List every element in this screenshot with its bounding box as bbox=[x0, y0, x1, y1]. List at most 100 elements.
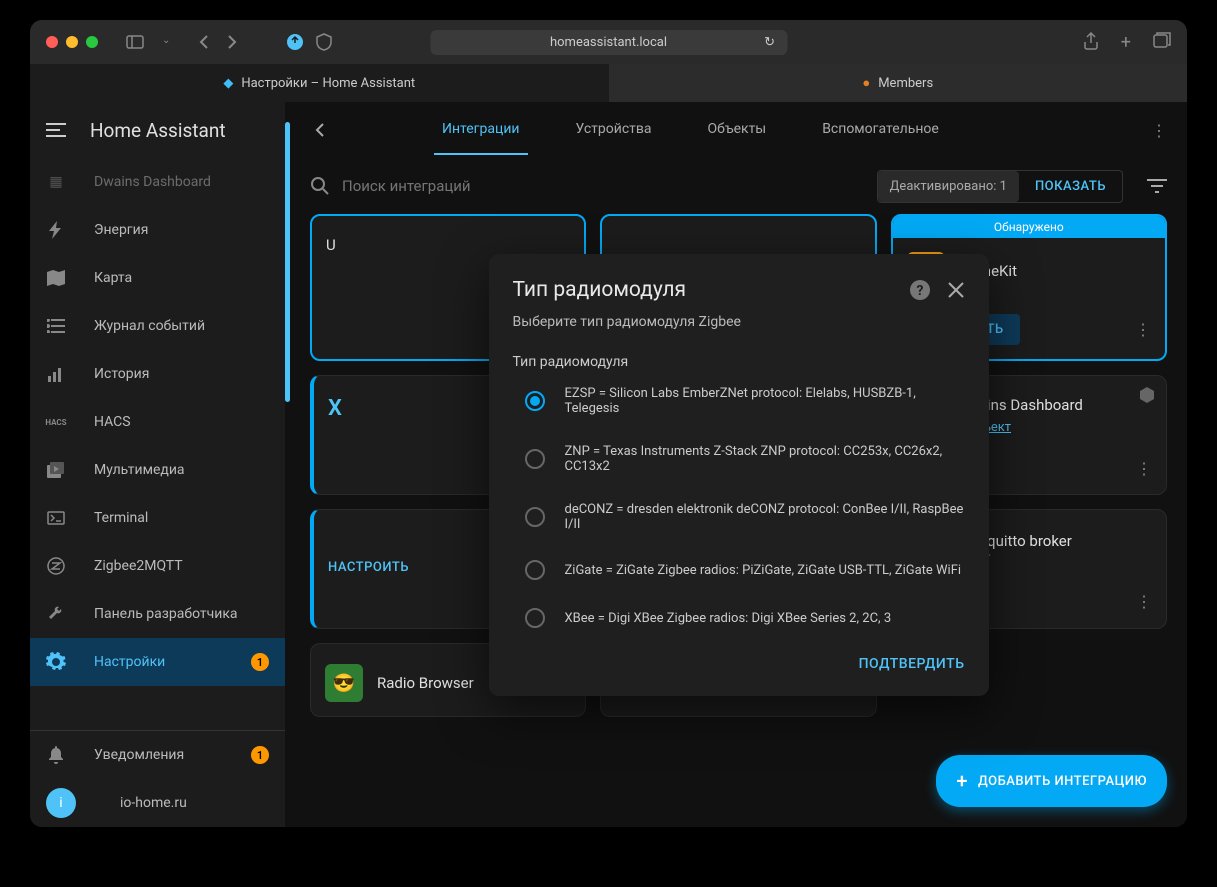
sidebar-item-label: Панель разработчика bbox=[94, 606, 238, 622]
window-minimize[interactable] bbox=[66, 36, 78, 48]
sidebar-toggle-icon[interactable] bbox=[126, 35, 144, 49]
radio-label: ZNP = Texas Instruments Z-Stack ZNP prot… bbox=[565, 444, 965, 474]
radio-button[interactable] bbox=[525, 391, 545, 411]
topbar-menu-icon[interactable]: ⋮ bbox=[1151, 121, 1167, 140]
titlebar: ⌄ homeassistant.local ↻ + bbox=[30, 20, 1187, 64]
wrench-icon bbox=[46, 605, 66, 623]
search-field[interactable] bbox=[310, 176, 861, 196]
bell-icon bbox=[46, 746, 66, 764]
search-icon bbox=[310, 176, 330, 196]
sidebar-item-map[interactable]: Карта bbox=[30, 254, 285, 302]
nav-back-icon[interactable] bbox=[198, 34, 210, 50]
dashboard-icon: ▦ bbox=[46, 174, 66, 190]
window-close[interactable] bbox=[46, 36, 58, 48]
content-area: U Обнаружено HomeKit НАСТРОИТЬ ⋮ bbox=[290, 214, 1187, 827]
sidebar-item-hacs[interactable]: HACS HACS bbox=[30, 398, 285, 446]
svg-text:?: ? bbox=[916, 283, 923, 299]
media-icon bbox=[46, 462, 66, 478]
map-icon bbox=[46, 270, 66, 286]
shield-icon[interactable] bbox=[316, 33, 332, 51]
radio-label: ZiGate = ZiGate Zigbee radios: PiZiGate,… bbox=[565, 563, 962, 578]
radio-option-deconz[interactable]: deCONZ = dresden elektronik deCONZ proto… bbox=[525, 502, 965, 532]
settings-badge: 1 bbox=[251, 653, 269, 671]
bolt-icon bbox=[46, 221, 66, 239]
sidebar-item-label: Энергия bbox=[94, 222, 148, 238]
tab-devices[interactable]: Устройства bbox=[568, 105, 660, 155]
tab-integrations[interactable]: Интеграции bbox=[434, 105, 528, 155]
sidebar-item-devtools[interactable]: Панель разработчика bbox=[30, 590, 285, 638]
sidebar-header: Home Assistant bbox=[30, 102, 285, 158]
radio-label: XBee = Digi XBee Zigbee radios: Digi XBe… bbox=[565, 611, 892, 626]
terminal-icon bbox=[46, 511, 66, 525]
search-bar: Деактивировано: 1 ПОКАЗАТЬ bbox=[290, 158, 1187, 214]
sidebar-footer: Уведомления1 i io-home.ru bbox=[30, 730, 285, 827]
share-icon[interactable] bbox=[1083, 32, 1099, 53]
radio-option-znp[interactable]: ZNP = Texas Instruments Z-Stack ZNP prot… bbox=[525, 444, 965, 474]
tab-entities[interactable]: Объекты bbox=[700, 105, 775, 155]
sidebar-item-terminal[interactable]: Terminal bbox=[30, 494, 285, 542]
hacs-icon: HACS bbox=[46, 418, 66, 427]
list-icon bbox=[46, 319, 66, 333]
browser-tab-ha[interactable]: ◆ Настройки – Home Assistant bbox=[30, 64, 609, 102]
tab-helpers[interactable]: Вспомогательное bbox=[814, 105, 947, 155]
sidebar-item-media[interactable]: Мультимедиа bbox=[30, 446, 285, 494]
close-icon[interactable] bbox=[947, 281, 965, 299]
tabs-overview-icon[interactable] bbox=[1153, 32, 1171, 53]
sidebar-item-label: Zigbee2MQTT bbox=[94, 558, 183, 574]
sidebar: Home Assistant ▦Dwains Dashboard Энергия… bbox=[30, 102, 285, 827]
sidebar-item-label: io-home.ru bbox=[120, 795, 187, 811]
radio-label: deCONZ = dresden elektronik deCONZ proto… bbox=[565, 502, 965, 532]
chevron-down-icon[interactable]: ⌄ bbox=[162, 35, 170, 49]
browser-window: ⌄ homeassistant.local ↻ + ◆ Настройки – … bbox=[30, 20, 1187, 827]
radio-option-xbee[interactable]: XBee = Digi XBee Zigbee radios: Digi XBe… bbox=[525, 608, 965, 628]
filter-icon[interactable] bbox=[1147, 178, 1167, 194]
menu-icon[interactable] bbox=[46, 123, 66, 137]
dialog-title: Тип радиомодуля bbox=[513, 278, 893, 302]
nav-forward-icon[interactable] bbox=[226, 34, 238, 50]
members-tab-icon: ● bbox=[862, 75, 870, 91]
dialog-section-label: Тип радиомодуля bbox=[513, 354, 965, 370]
reload-icon[interactable]: ↻ bbox=[764, 35, 775, 50]
show-button[interactable]: ПОКАЗАТЬ bbox=[1019, 171, 1122, 202]
sidebar-item-history[interactable]: История bbox=[30, 350, 285, 398]
browser-tab-members[interactable]: ● Members bbox=[609, 64, 1188, 102]
browser-tabs: ◆ Настройки – Home Assistant ● Members bbox=[30, 64, 1187, 102]
sidebar-items: ▦Dwains Dashboard Энергия Карта Журнал с… bbox=[30, 158, 285, 730]
sidebar-item-label: Уведомления bbox=[94, 747, 184, 763]
help-icon[interactable]: ? bbox=[909, 279, 931, 301]
window-maximize[interactable] bbox=[86, 36, 98, 48]
back-button[interactable] bbox=[310, 120, 330, 140]
sidebar-item-label: Журнал событий bbox=[94, 318, 205, 334]
sidebar-title: Home Assistant bbox=[90, 119, 226, 142]
main-panel: Интеграции Устройства Объекты Вспомогате… bbox=[290, 102, 1187, 827]
radio-button[interactable] bbox=[525, 560, 545, 580]
sidebar-item-profile[interactable]: i io-home.ru bbox=[30, 779, 285, 827]
sidebar-item-label: Настройки bbox=[94, 654, 165, 670]
sidebar-item-zigbee2mqtt[interactable]: Zigbee2MQTT bbox=[30, 542, 285, 590]
sidebar-item-dwains[interactable]: ▦Dwains Dashboard bbox=[30, 158, 285, 206]
adblock-icon[interactable] bbox=[286, 33, 304, 51]
avatar: i bbox=[46, 788, 76, 818]
radio-button[interactable] bbox=[525, 608, 545, 628]
radio-button[interactable] bbox=[525, 507, 545, 527]
radio-options: EZSP = Silicon Labs EmberZNet protocol: … bbox=[513, 386, 965, 628]
search-input[interactable] bbox=[342, 177, 861, 195]
browser-tab-label: Members bbox=[878, 76, 933, 91]
sidebar-item-label: HACS bbox=[94, 414, 131, 430]
gear-icon bbox=[46, 652, 66, 672]
ha-tab-icon: ◆ bbox=[223, 76, 233, 91]
config-tabs: Интеграции Устройства Объекты Вспомогате… bbox=[434, 105, 947, 155]
dialog-overlay: Тип радиомодуля ? Выберите тип радиомоду… bbox=[290, 214, 1187, 827]
new-tab-icon[interactable]: + bbox=[1121, 32, 1131, 53]
topbar: Интеграции Устройства Объекты Вспомогате… bbox=[290, 102, 1187, 158]
radio-option-zigate[interactable]: ZiGate = ZiGate Zigbee radios: PiZiGate,… bbox=[525, 560, 965, 580]
confirm-button[interactable]: ПОДТВЕРДИТЬ bbox=[859, 656, 965, 672]
radio-option-ezsp[interactable]: EZSP = Silicon Labs EmberZNet protocol: … bbox=[525, 386, 965, 416]
url-bar[interactable]: homeassistant.local ↻ bbox=[430, 30, 787, 55]
sidebar-item-settings[interactable]: Настройки 1 bbox=[30, 638, 285, 686]
radio-button[interactable] bbox=[525, 449, 545, 469]
sidebar-item-label: Terminal bbox=[94, 510, 148, 526]
sidebar-item-energy[interactable]: Энергия bbox=[30, 206, 285, 254]
sidebar-item-notifications[interactable]: Уведомления1 bbox=[30, 731, 285, 779]
sidebar-item-logbook[interactable]: Журнал событий bbox=[30, 302, 285, 350]
